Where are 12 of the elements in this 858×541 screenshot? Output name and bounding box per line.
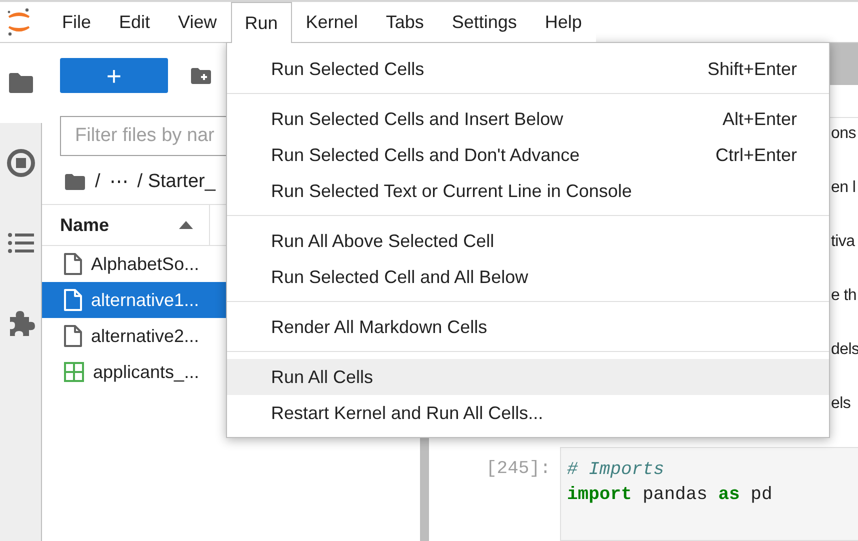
markdown-text: els [831, 394, 852, 414]
file-name: alternative2... [91, 326, 200, 346]
code-line: import pandas as pd [567, 484, 774, 507]
markdown-text: ons [831, 124, 857, 144]
file-name: applicants_... [93, 362, 200, 382]
markdown-text: tiva [831, 232, 856, 252]
execution-count: [245]: [486, 458, 550, 481]
file-name: AlphabetSo... [91, 254, 200, 274]
markdown-text: e th [831, 286, 858, 306]
markdown-text: en l [831, 178, 857, 198]
code-line: # Imports [567, 459, 666, 482]
file-name: alternative1... [91, 290, 200, 310]
